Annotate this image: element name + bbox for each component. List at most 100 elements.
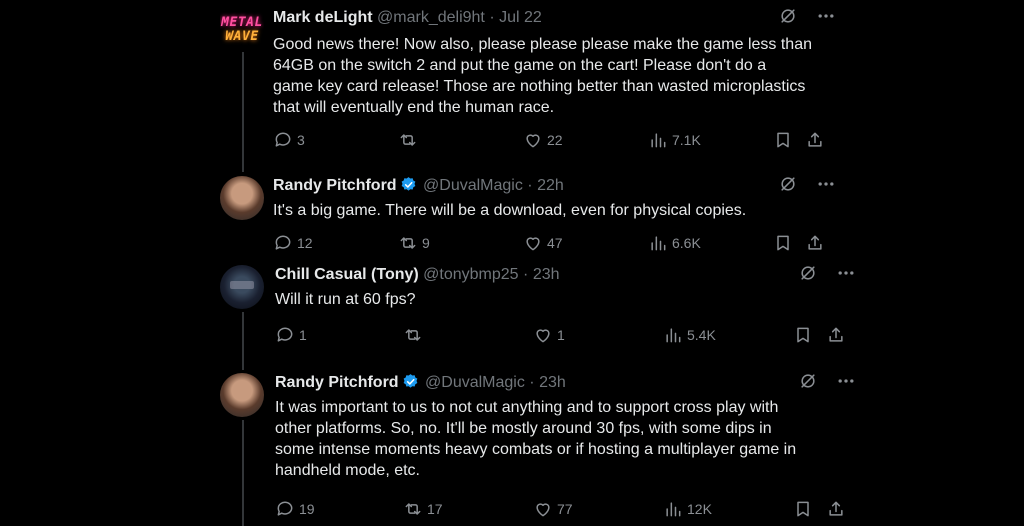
separator: · xyxy=(527,177,533,194)
like-count: 77 xyxy=(557,501,573,517)
reply-count: 1 xyxy=(299,327,307,343)
author-name[interactable]: Chill Casual (Tony) xyxy=(275,266,419,283)
reply-button[interactable]: 19 xyxy=(275,499,315,519)
more-icon[interactable] xyxy=(816,174,836,194)
timestamp[interactable]: 23h xyxy=(533,266,560,283)
view-count: 7.1K xyxy=(672,132,701,148)
share-button[interactable] xyxy=(826,499,846,519)
views-icon xyxy=(663,499,683,519)
avatar[interactable] xyxy=(220,265,264,309)
avatar[interactable] xyxy=(220,373,264,417)
repost-button[interactable]: 17 xyxy=(403,499,443,519)
avatar-logo-text: METAL xyxy=(221,15,263,30)
bookmark-button[interactable] xyxy=(793,325,813,345)
avatar[interactable]: METAL WAVE xyxy=(220,8,264,52)
avatar-logo-text: WAVE xyxy=(225,29,259,44)
like-button[interactable]: 22 xyxy=(523,130,563,150)
views-button[interactable]: 6.6K xyxy=(648,233,701,253)
more-icon[interactable] xyxy=(836,263,856,283)
grok-icon[interactable] xyxy=(778,6,798,26)
reply-icon xyxy=(273,130,293,150)
more-icon[interactable] xyxy=(836,371,856,391)
reply-button[interactable]: 12 xyxy=(273,233,313,253)
heart-icon xyxy=(523,233,543,253)
tweet-text: Good news there! Now also, please please… xyxy=(273,34,812,118)
share-button[interactable] xyxy=(805,233,825,253)
repost-button[interactable] xyxy=(398,130,422,150)
grok-icon[interactable] xyxy=(798,263,818,283)
tweet-top-actions xyxy=(778,174,836,194)
bookmark-button[interactable] xyxy=(793,499,813,519)
tweet-header: Mark deLight @mark_deli9ht · Jul 22 xyxy=(273,8,542,28)
avatar[interactable] xyxy=(220,176,264,220)
tweet-header: Chill Casual (Tony) @tonybmp25 · 23h xyxy=(275,265,560,285)
timestamp[interactable]: 22h xyxy=(537,177,564,194)
bookmark-icon xyxy=(793,325,813,345)
more-icon[interactable] xyxy=(816,6,836,26)
like-count: 22 xyxy=(547,132,563,148)
author-name[interactable]: Randy Pitchford xyxy=(275,374,399,391)
reply-button[interactable]: 3 xyxy=(273,130,305,150)
repost-button[interactable] xyxy=(403,325,427,345)
tweet-text-line: that will eventually end the human race. xyxy=(273,99,555,116)
bookmark-button[interactable] xyxy=(773,130,793,150)
share-icon xyxy=(805,130,825,150)
share-icon xyxy=(826,325,846,345)
tweet-header: Randy Pitchford @DuvalMagic · 23h xyxy=(275,373,566,393)
tweet-text: It's a big game. There will be a downloa… xyxy=(273,200,746,221)
tweet-text-line: Good news there! Now also, please please… xyxy=(273,36,812,53)
tweet-text-line: game key card release! Those are nothing… xyxy=(273,78,806,95)
share-icon xyxy=(805,233,825,253)
repost-count: 9 xyxy=(422,235,430,251)
tweet-text: It was important to us to not cut anythi… xyxy=(275,397,796,481)
views-icon xyxy=(648,130,668,150)
author-name[interactable]: Mark deLight xyxy=(273,9,373,26)
separator: · xyxy=(523,266,529,283)
heart-icon xyxy=(523,130,543,150)
thread-line xyxy=(242,312,244,370)
reply-count: 3 xyxy=(297,132,305,148)
like-count: 1 xyxy=(557,327,565,343)
repost-icon xyxy=(403,499,423,519)
views-button[interactable]: 5.4K xyxy=(663,325,716,345)
grok-icon[interactable] xyxy=(778,174,798,194)
views-button[interactable]: 12K xyxy=(663,499,712,519)
views-icon xyxy=(648,233,668,253)
bookmark-icon xyxy=(773,233,793,253)
author-name[interactable]: Randy Pitchford xyxy=(273,177,397,194)
reply-icon xyxy=(275,325,295,345)
heart-icon xyxy=(533,325,553,345)
separator: · xyxy=(489,9,495,26)
tweet-text-line: It was important to us to not cut anythi… xyxy=(275,399,779,416)
repost-button[interactable]: 9 xyxy=(398,233,430,253)
tweet-text-line: Will it run at 60 fps? xyxy=(275,291,416,308)
thread-line xyxy=(242,420,244,526)
grok-icon[interactable] xyxy=(798,371,818,391)
tweet-text: Will it run at 60 fps? xyxy=(275,289,416,310)
like-count: 47 xyxy=(547,235,563,251)
tweet-top-actions xyxy=(778,6,836,26)
thread-line xyxy=(242,52,244,172)
views-button[interactable]: 7.1K xyxy=(648,130,701,150)
author-handle[interactable]: @mark_deli9ht xyxy=(377,9,485,26)
timestamp[interactable]: Jul 22 xyxy=(499,9,542,26)
view-count: 12K xyxy=(687,501,712,517)
views-icon xyxy=(663,325,683,345)
verified-badge-icon xyxy=(403,374,417,388)
author-handle[interactable]: @DuvalMagic xyxy=(423,177,523,194)
reply-button[interactable]: 1 xyxy=(275,325,307,345)
share-button[interactable] xyxy=(805,130,825,150)
share-button[interactable] xyxy=(826,325,846,345)
bookmark-button[interactable] xyxy=(773,233,793,253)
repost-count: 17 xyxy=(427,501,443,517)
repost-icon xyxy=(398,233,418,253)
author-handle[interactable]: @tonybmp25 xyxy=(423,266,518,283)
tweet-text-line: some intense moments heavy combats or if… xyxy=(275,441,797,458)
separator: · xyxy=(529,374,535,391)
author-handle[interactable]: @DuvalMagic xyxy=(425,374,525,391)
tweet-text-line: It's a big game. There will be a downloa… xyxy=(273,202,747,219)
like-button[interactable]: 1 xyxy=(533,325,565,345)
like-button[interactable]: 47 xyxy=(523,233,563,253)
timestamp[interactable]: 23h xyxy=(539,374,566,391)
like-button[interactable]: 77 xyxy=(533,499,573,519)
